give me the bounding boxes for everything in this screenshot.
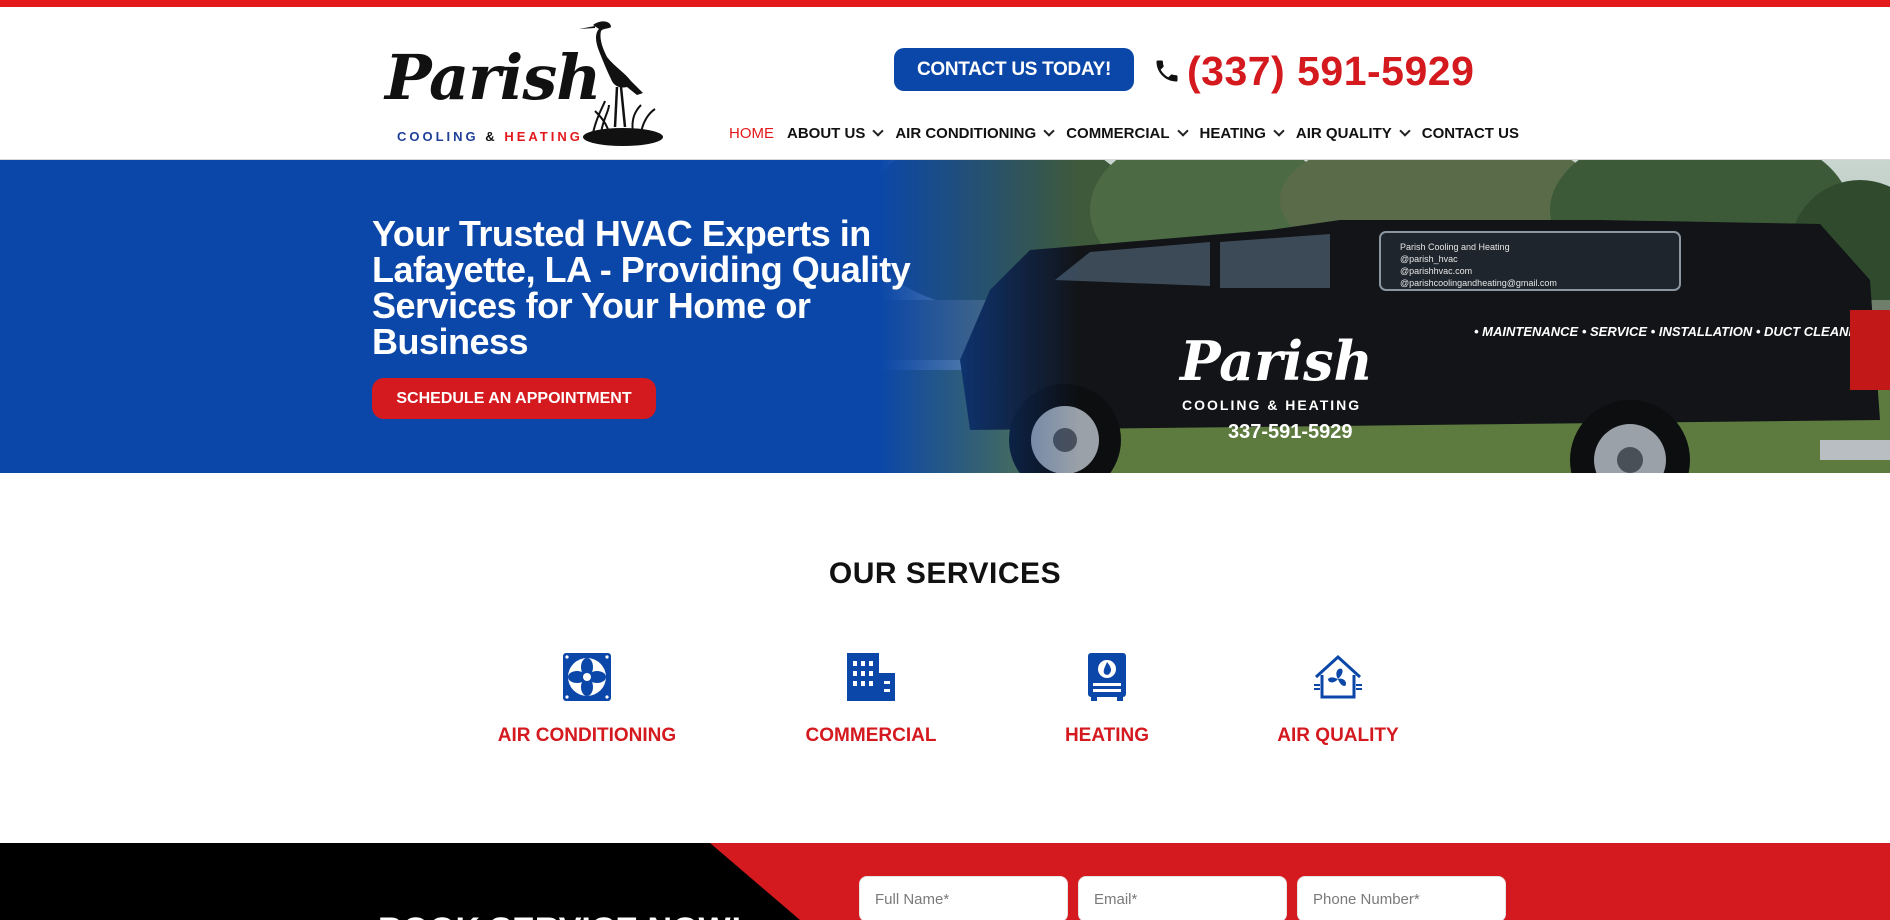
contact-us-today-button[interactable]: CONTACT US TODAY! (894, 48, 1134, 91)
main-nav: HOME ABOUT US AIR CONDITIONING COMMERCIA… (729, 125, 1532, 142)
furnace-icon (1088, 653, 1126, 701)
truck-window-line-1: Parish Cooling and Heating (1400, 242, 1510, 252)
phone-number: (337) 591-5929 (1187, 47, 1475, 94)
nav-label: AIR QUALITY (1295, 125, 1392, 142)
nav-item-air-quality[interactable]: AIR QUALITY (1295, 125, 1411, 142)
fan-icon (563, 653, 611, 701)
service-label: AIR QUALITY (1277, 725, 1399, 746)
service-air-conditioning[interactable]: AIR CONDITIONING (467, 651, 707, 747)
service-label: COMMERCIAL (805, 725, 937, 746)
booking-section: BOOK SERVICE NOW! (0, 843, 1890, 920)
nav-item-home[interactable]: HOME (729, 125, 774, 142)
logo-sub-amp: & (485, 129, 498, 144)
house-fan-icon (1314, 654, 1362, 699)
nav-label: HEATING (1199, 125, 1266, 142)
phone-number-field[interactable] (1297, 876, 1506, 920)
schedule-appointment-button[interactable]: SCHEDULE AN APPOINTMENT (372, 378, 656, 419)
truck-brand: Parish (1178, 329, 1373, 393)
booking-black-panel (0, 843, 800, 920)
service-label: HEATING (1064, 725, 1150, 746)
truck-phone: 337-591-5929 (1228, 421, 1353, 443)
hero-banner: Parish Cooling and Heating @parish_hvac … (0, 160, 1890, 473)
nav-item-air-conditioning[interactable]: AIR CONDITIONING (895, 125, 1055, 142)
logo-subtitle: COOLING & HEATING (397, 129, 583, 144)
building-icon (847, 653, 895, 701)
truck-window-line-3: @parishhvac.com (1400, 266, 1472, 276)
nav-item-commercial[interactable]: COMMERCIAL (1066, 125, 1189, 142)
chevron-down-icon (1043, 125, 1055, 137)
nav-item-contact-us[interactable]: CONTACT US (1422, 125, 1519, 142)
top-accent-bar (0, 0, 1890, 7)
logo-wordmark: Parish (385, 41, 601, 114)
nav-label: ABOUT US (787, 125, 866, 142)
chevron-down-icon (872, 125, 885, 137)
chevron-down-icon (1273, 125, 1285, 137)
nav-label: AIR CONDITIONING (895, 125, 1037, 142)
service-air-quality[interactable]: AIR QUALITY (1218, 651, 1458, 747)
hero-heading: Your Trusted HVAC Experts in Lafayette, … (372, 213, 911, 362)
services-heading: OUR SERVICES (828, 557, 1062, 590)
truck-window-line-2: @parish_hvac (1400, 254, 1458, 264)
truck-sub: COOLING & HEATING (1182, 397, 1361, 413)
service-heating[interactable]: HEATING (987, 651, 1227, 747)
site-header: Parish COOLING & HEATING CONTACT US TODA… (0, 7, 1890, 160)
logo-sub-heating: HEATING (504, 129, 583, 144)
truck-window-line-4: @parishcoolingandheating@gmail.com (1400, 278, 1557, 288)
heron-logo-icon (579, 21, 663, 146)
nav-label: CONTACT US (1421, 125, 1519, 142)
email-field[interactable] (1078, 876, 1287, 920)
nav-label: COMMERCIAL (1066, 125, 1170, 142)
truck-tagline: • MAINTENANCE • SERVICE • INSTALLATION •… (1474, 324, 1872, 339)
service-commercial[interactable]: COMMERCIAL (751, 651, 991, 747)
nav-item-heating[interactable]: HEATING (1199, 125, 1285, 142)
chevron-down-icon (1399, 125, 1411, 137)
nav-item-about-us[interactable]: ABOUT US (787, 125, 885, 142)
chevron-down-icon (1176, 125, 1189, 137)
phone-link[interactable]: (337) 591-5929 (1153, 47, 1474, 95)
site-logo[interactable]: Parish COOLING & HEATING (385, 15, 675, 160)
logo-sub-cooling: COOLING (397, 129, 479, 144)
booking-heading: BOOK SERVICE NOW! (378, 911, 742, 920)
nav-label: HOME (729, 125, 774, 142)
full-name-field[interactable] (859, 876, 1068, 920)
phone-icon (1156, 60, 1178, 82)
service-label: AIR CONDITIONING (497, 725, 677, 746)
